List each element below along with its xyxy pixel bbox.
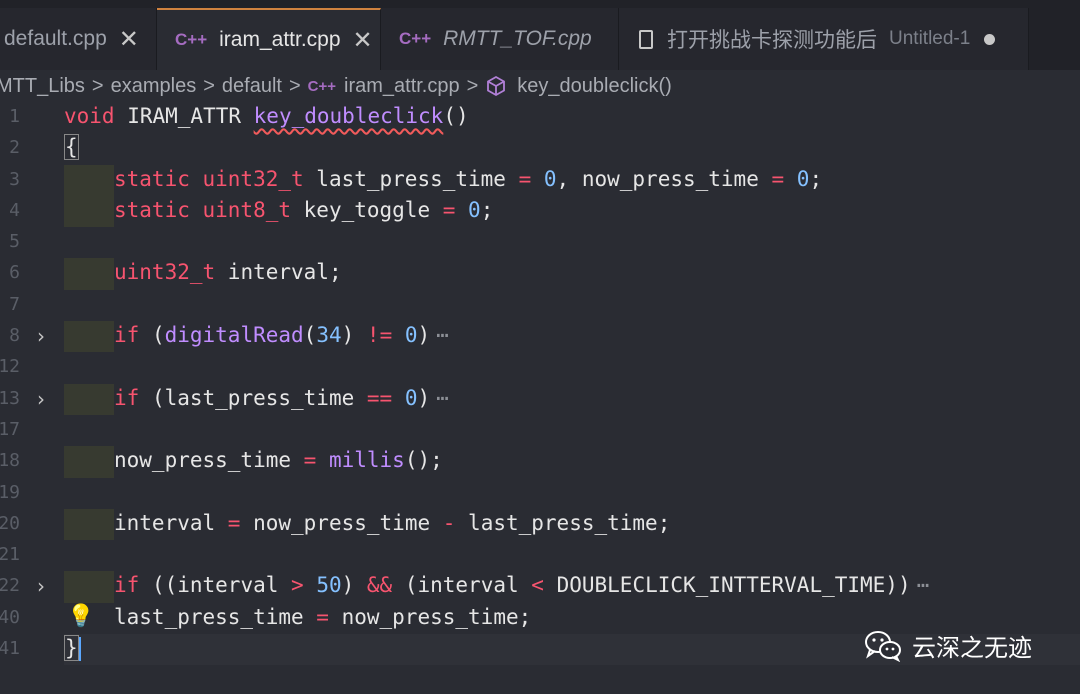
code-line: 5 [0, 227, 1080, 258]
line-number: 13 [0, 387, 20, 409]
code-text: static uint32_t last_press_time = 0, now… [114, 166, 823, 191]
close-icon[interactable]: ✕ [353, 26, 373, 55]
indent-guide [64, 258, 114, 290]
code-line: 6 uint32_t interval; [0, 258, 1080, 290]
line-number: 41 [0, 638, 20, 660]
line-number: 19 [0, 481, 20, 503]
tab-rmtt-tof-cpp[interactable]: C++ RMTT_TOF.cpp [381, 8, 619, 70]
code-text: { [64, 134, 79, 161]
unsaved-dot-icon[interactable] [984, 33, 996, 45]
code-line: 3 static uint32_t last_press_time = 0, n… [0, 164, 1080, 196]
line-number: 2 [9, 137, 20, 159]
breadcrumb-symbol[interactable]: key_doubleclick() [485, 75, 672, 98]
indent-guide [64, 321, 114, 353]
code-text: static uint8_t key_toggle = 0; [114, 197, 494, 222]
code-line: 12 [0, 352, 1080, 383]
tab-untitled-1[interactable]: 打开挑战卡探测功能后 Untitled-1 [619, 8, 1029, 70]
code-line: 17 [0, 415, 1080, 446]
line-number: 3 [9, 168, 20, 190]
watermark: 云深之无迹 [864, 628, 1032, 663]
folded-ellipsis-icon: ⋯ [436, 323, 449, 348]
watermark-text: 云深之无迹 [912, 634, 1032, 662]
breadcrumb-file[interactable]: C++ iram_attr.cpp [308, 75, 460, 98]
code-line: 1 void IRAM_ATTR key_doubleclick() [0, 102, 1080, 133]
code-editor[interactable]: 1 void IRAM_ATTR key_doubleclick() 2 { 3… [0, 102, 1080, 666]
line-number: 20 [0, 512, 20, 534]
code-line: 19 [0, 478, 1080, 509]
line-number: 4 [9, 199, 20, 221]
chevron-right-icon: > [203, 74, 215, 97]
line-number: 5 [9, 231, 20, 253]
code-text: if (digitalRead(34) != 0) ⋯ [114, 323, 449, 348]
line-number: 6 [9, 262, 20, 284]
cpp-icon: C++ [307, 77, 336, 95]
code-text: last_press_time = now_press_time; [114, 604, 532, 629]
tab-title: default.cpp [4, 27, 107, 50]
code-line: 18 now_press_time = millis(); [0, 446, 1080, 478]
code-text: void IRAM_ATTR key_doubleclick() [64, 104, 469, 128]
code-line: 8 › if (digitalRead(34) != 0) ⋯ [0, 321, 1080, 353]
code-line: 22 › if ((interval > 50) && (interval < … [0, 571, 1080, 603]
tab-iram-attr-cpp[interactable]: C++ iram_attr.cpp ✕ [157, 8, 381, 70]
wechat-icon [865, 630, 901, 662]
cpp-icon: C++ [175, 30, 208, 49]
chevron-right-icon: > [288, 74, 301, 97]
indent-guide [64, 195, 114, 228]
code-line: 13 › if (last_press_time == 0) ⋯ [0, 383, 1080, 415]
code-line: 7 [0, 290, 1080, 321]
code-text: uint32_t interval; [114, 260, 342, 285]
breadcrumb-item[interactable]: default [222, 75, 282, 98]
code-text: if (last_press_time == 0) ⋯ [114, 385, 449, 410]
file-icon [639, 29, 653, 49]
code-line: 20 interval = now_press_time - last_pres… [0, 508, 1080, 541]
tab-title: 打开挑战卡探测功能后 [667, 29, 877, 52]
cpp-icon: C++ [399, 29, 432, 48]
line-number: 22 [0, 575, 20, 597]
folded-ellipsis-icon: ⋯ [916, 573, 930, 598]
tab-description: Untitled-1 [889, 28, 971, 49]
breadcrumb: MTT_Libs > examples > default > C++ iram… [0, 70, 1080, 102]
indent-guide [64, 164, 114, 196]
code-line: 21 [0, 540, 1080, 571]
close-icon[interactable]: ✕ [119, 25, 139, 54]
editor-window: default.cpp ✕ C++ iram_attr.cpp ✕ C++ RM… [0, 0, 1080, 694]
breadcrumb-item[interactable]: examples [111, 75, 197, 98]
indent-guide [64, 508, 114, 541]
tab-bar: default.cpp ✕ C++ iram_attr.cpp ✕ C++ RM… [0, 0, 1080, 70]
tab-title: RMTT_TOF.cpp [443, 27, 592, 50]
line-number: 12 [0, 356, 20, 378]
line-number: 21 [0, 544, 20, 566]
folded-ellipsis-icon: ⋯ [436, 385, 449, 410]
code-line: 4 static uint8_t key_toggle = 0; [0, 195, 1080, 228]
tab-title: iram_attr.cpp [219, 28, 341, 51]
line-number: 7 [9, 293, 20, 315]
code-line: 2 { [0, 133, 1080, 164]
text-cursor [78, 637, 81, 662]
line-number: 17 [0, 418, 20, 440]
indent-guide [64, 571, 114, 603]
code-text: } [64, 635, 81, 662]
indent-guide [64, 383, 114, 415]
fold-chevron-icon[interactable]: › [37, 387, 45, 411]
line-number: 40 [0, 606, 20, 628]
fold-chevron-icon[interactable]: › [37, 324, 45, 348]
chevron-right-icon: > [91, 74, 104, 97]
line-number: 1 [9, 106, 20, 127]
breadcrumb-item: iram_attr.cpp [344, 74, 460, 97]
code-text: now_press_time = millis(); [114, 448, 443, 473]
code-text: if ((interval > 50) && (interval < DOUBL… [114, 573, 930, 598]
method-cube-icon [487, 75, 506, 97]
fold-chevron-icon[interactable]: › [37, 574, 45, 598]
code-text: interval = now_press_time - last_press_t… [114, 510, 671, 535]
line-number: 8 [9, 325, 20, 347]
chevron-right-icon: > [466, 74, 479, 97]
lightbulb-icon[interactable]: 💡 [67, 604, 94, 629]
breadcrumb-item: key_doubleclick() [517, 74, 672, 97]
line-number: 18 [0, 450, 20, 472]
indent-guide [64, 446, 114, 478]
breadcrumb-item[interactable]: MTT_Libs [0, 75, 85, 98]
tab-default-cpp[interactable]: default.cpp ✕ [0, 8, 157, 70]
